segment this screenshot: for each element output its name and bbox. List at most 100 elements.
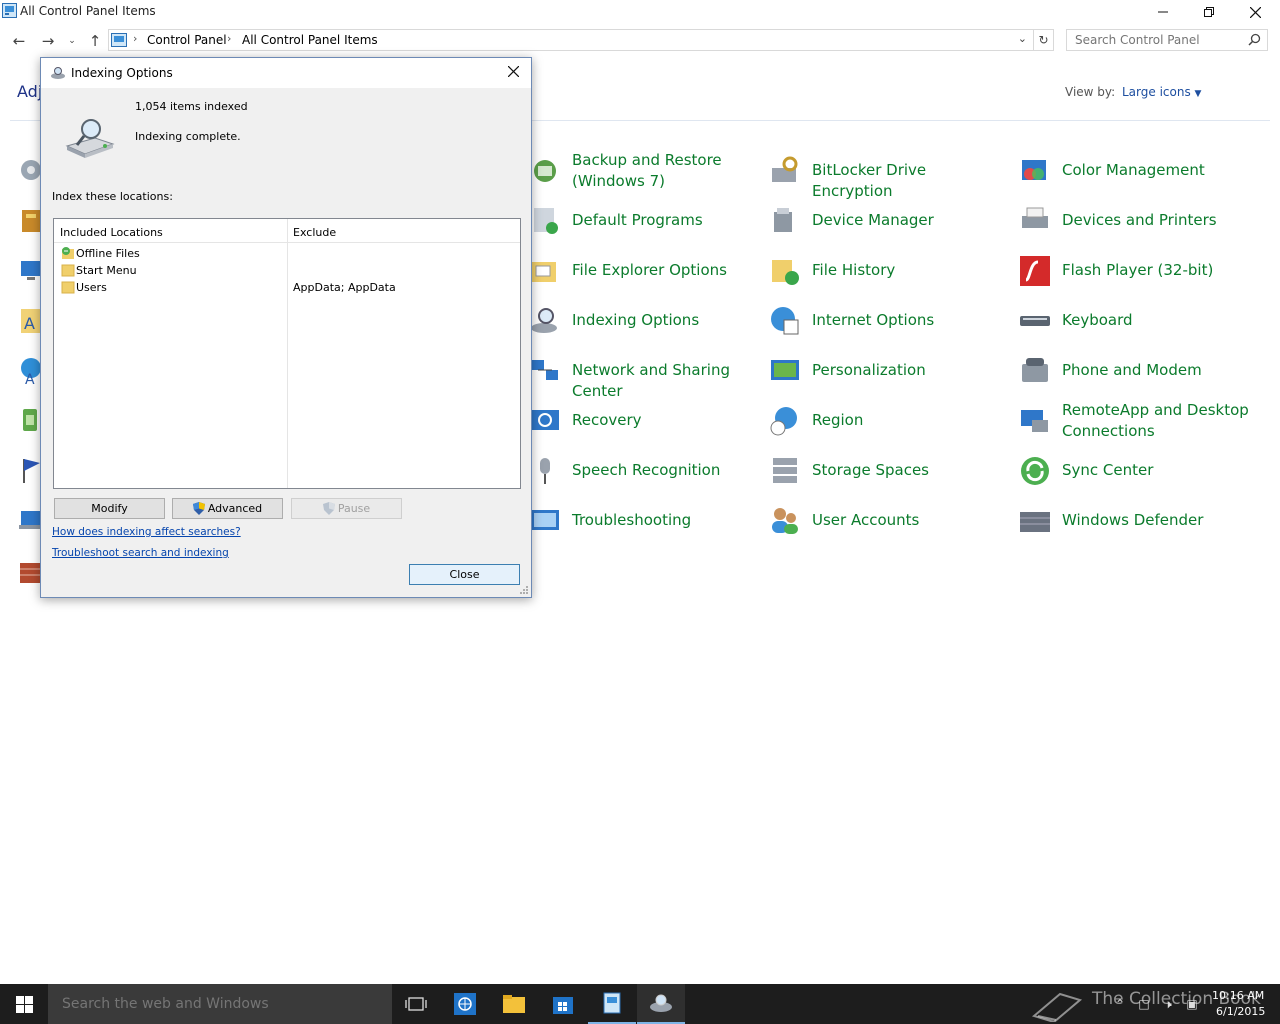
list-item[interactable]: Offline Files [54,245,520,262]
troubleshooting-icon [531,510,559,530]
control-panel-item-label: File Explorer Options [572,261,727,279]
control-panel-item[interactable]: Keyboard [1018,304,1258,348]
network-tray-button[interactable]: □ [1134,984,1154,1024]
troubleshoot-link[interactable]: Troubleshoot search and indexing [52,547,229,559]
control-panel-item[interactable]: Indexing Options [528,304,768,348]
color-management-icon [1022,160,1046,180]
store-icon [553,997,573,1014]
recent-locations-button[interactable]: ⌄ [62,31,82,51]
minimize-button[interactable] [1140,0,1186,24]
view-by-dropdown[interactable]: Large icons ▼ [1122,85,1201,99]
control-panel-item[interactable]: Sync Center [1018,454,1258,498]
control-panel-icon [2,3,17,18]
control-panel-item[interactable]: Recovery [528,404,768,448]
clock-time[interactable]: 10:16 AM [1212,989,1264,1002]
control-panel-item-label: Color Management [1062,161,1205,179]
control-panel-item-label: User Accounts [812,511,920,529]
control-panel-item[interactable]: Backup and Restore (Windows 7) [528,151,768,198]
back-button[interactable]: ← [9,31,29,51]
navigation-bar: ← → ⌄ ↑ › Control Panel › All Control Pa… [0,28,1280,54]
refresh-button[interactable]: ↻ [1034,29,1054,51]
network-icon: □ [1138,997,1150,1011]
column-exclude[interactable]: Exclude [293,226,336,239]
forward-button[interactable]: → [38,31,58,51]
advanced-button[interactable]: Advanced [172,498,283,519]
taskbar-edge-button[interactable] [441,984,489,1024]
control-panel-item[interactable]: BitLocker Drive Encryption [768,154,1008,200]
indexing-status: Indexing complete. [135,130,241,143]
clock-date[interactable]: 6/1/2015 [1216,1005,1265,1018]
control-panel-item[interactable]: Flash Player (32-bit) [1018,254,1258,298]
control-panel-item[interactable]: Internet Options [768,304,1008,348]
control-panel-item[interactable]: Phone and Modem [1018,354,1258,398]
caret-down-icon: ▼ [1194,89,1202,99]
address-bar[interactable]: › Control Panel › All Control Panel Item… [108,29,1034,51]
locations-list[interactable]: Included Locations Exclude Offline Files… [53,218,521,489]
close-window-button[interactable] [1232,0,1278,24]
address-dropdown-icon[interactable]: ⌄ [1018,32,1027,45]
show-hidden-icons-button[interactable]: ⌃ [1112,984,1128,1024]
taskbar-search-input[interactable] [60,995,380,1013]
breadcrumb-control-panel[interactable]: Control Panel [147,33,227,47]
indexing-drive-icon [65,119,115,158]
how-indexing-link[interactable]: How does indexing affect searches? [52,526,241,538]
control-panel-item-label: File History [812,261,896,279]
start-button[interactable] [0,984,48,1024]
control-panel-item[interactable]: Default Programs [528,204,768,248]
breadcrumb-all-items[interactable]: All Control Panel Items [242,33,378,47]
list-item[interactable]: Start Menu [54,262,520,279]
control-panel-item[interactable]: File Explorer Options [528,254,768,298]
search-input[interactable] [1073,31,1243,49]
control-panel-item-label: Phone and Modem [1062,361,1202,379]
task-view-button[interactable] [392,984,440,1024]
taskbar-store-button[interactable] [539,984,587,1024]
up-button[interactable]: ↑ [85,31,105,51]
resize-grip-icon[interactable] [520,586,529,595]
dialog-close-button[interactable] [501,60,525,82]
action-center-tray-button[interactable]: ▣ [1182,984,1202,1024]
column-included-locations[interactable]: Included Locations [60,226,163,239]
location-name: Users [76,281,107,294]
volume-tray-button[interactable]: 🕨 [1158,984,1178,1024]
items-indexed-count: 1,054 items indexed [135,100,248,113]
control-panel-item[interactable]: Color Management [1018,154,1258,198]
control-panel-item[interactable]: Speech Recognition [528,454,768,498]
restore-button[interactable] [1186,0,1232,24]
control-panel-item-label: Recovery [572,411,642,429]
taskbar-control-panel-button[interactable] [588,984,636,1024]
refresh-icon: ↻ [1038,33,1049,47]
close-button[interactable]: Close [409,564,520,585]
control-panel-item-label: Network and Sharing Center [572,361,730,400]
search-box [1066,29,1268,51]
control-panel-item[interactable]: Storage Spaces [768,454,1008,498]
pause-button[interactable]: Pause [291,498,402,519]
list-item[interactable]: Users AppData; AppData [54,279,520,296]
control-panel-item[interactable]: Troubleshooting [528,504,768,548]
control-panel-item-label: Region [812,411,864,429]
taskbar-indexing-button[interactable] [637,984,685,1024]
control-panel-item-label: Devices and Printers [1062,211,1217,229]
control-panel-item[interactable]: RemoteApp and Desktop Connections [1018,401,1258,448]
advanced-label: Advanced [207,502,263,515]
search-icon[interactable] [1248,33,1261,46]
recovery-icon [531,410,559,430]
breadcrumb-separator-icon: › [133,32,138,45]
control-panel-item[interactable]: Network and Sharing Center [528,354,768,400]
users-icon [772,508,798,534]
control-panel-item[interactable]: User Accounts [768,504,1008,548]
control-panel-item-label: Device Manager [812,211,934,229]
control-panel-item[interactable]: File History [768,254,1008,298]
view-by-value: Large icons [1122,85,1191,99]
control-panel-item[interactable]: Device Manager [768,204,1008,248]
control-panel-item[interactable]: Devices and Printers [1018,204,1258,248]
control-panel-item[interactable]: Personalization [768,354,1008,398]
control-panel-item[interactable]: Windows Defender [1018,504,1258,548]
control-panel-item[interactable]: Region [768,404,1008,448]
folder-options-icon [532,262,556,282]
location-exclude: AppData; AppData [293,281,396,294]
personalization-icon [771,360,799,380]
taskbar-file-explorer-button[interactable] [490,984,538,1024]
modify-button[interactable]: Modify [54,498,165,519]
control-panel-item-label: Storage Spaces [812,461,929,479]
window-title: All Control Panel Items [20,4,156,18]
